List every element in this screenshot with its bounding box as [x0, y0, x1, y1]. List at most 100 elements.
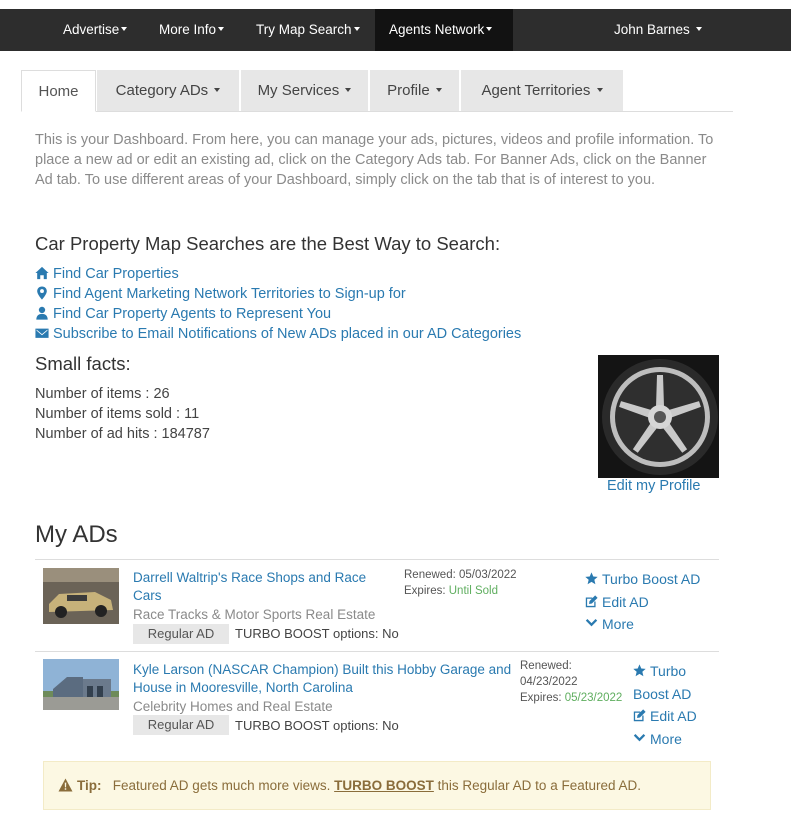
action-label: Edit AD: [650, 708, 697, 724]
envelope-icon: [35, 328, 49, 338]
tab-profile-label: Profile: [387, 82, 430, 99]
caret-down-icon: [353, 27, 360, 32]
turbo-boost-options: TURBO BOOST options: No: [235, 626, 399, 641]
divider: [35, 559, 719, 560]
tab-profile[interactable]: Profile: [370, 70, 459, 111]
nav-try-map-search-label: Try Map Search: [256, 22, 352, 37]
link-label: Find Car Properties: [53, 266, 179, 282]
tip-label: Tip:: [77, 778, 102, 793]
nav-more-info[interactable]: More Info: [159, 9, 225, 51]
ad-dates: Renewed: 04/23/2022 Expires: 05/23/2022: [520, 658, 622, 706]
ad-title-link[interactable]: Kyle Larson (NASCAR Champion) Built this…: [133, 661, 519, 697]
profile-image: [598, 355, 719, 478]
ad-thumbnail[interactable]: [43, 568, 119, 624]
tab-home-label: Home: [38, 83, 79, 100]
turbo-boost-ad-button[interactable]: Turbo Boost AD: [585, 568, 700, 591]
turbo-boost-ad-button[interactable]: Turbo: [633, 660, 686, 683]
tab-my-services-label: My Services: [257, 82, 340, 99]
divider: [35, 651, 719, 652]
star-icon: [585, 572, 598, 585]
caret-down-icon: [218, 27, 225, 32]
expires-value: Until Sold: [448, 585, 498, 597]
caret-down-icon: [695, 27, 702, 32]
edit-icon: [633, 709, 646, 722]
caret-down-icon: [435, 88, 442, 93]
fact-items: Number of items : 26: [35, 386, 170, 402]
fact-items-sold: Number of items sold : 11: [35, 406, 200, 422]
user-icon: [36, 306, 48, 320]
expires-value: 05/23/2022: [564, 692, 623, 704]
user-menu[interactable]: John Barnes: [614, 9, 702, 51]
link-label: Find Agent Marketing Network Territories…: [53, 286, 406, 302]
edit-ad-button[interactable]: Edit AD: [585, 591, 649, 614]
regular-ad-button[interactable]: Regular AD: [133, 624, 229, 644]
race-car-image: [43, 568, 119, 624]
tab-agent-territories-label: Agent Territories: [481, 82, 591, 99]
action-label: Edit AD: [602, 594, 649, 610]
nav-agents-network[interactable]: Agents Network: [375, 9, 513, 51]
top-navbar: Advertise More Info Try Map Search Agent…: [0, 9, 791, 51]
small-facts-heading: Small facts:: [35, 353, 131, 374]
action-label: Boost AD: [633, 686, 692, 702]
edit-icon: [585, 595, 598, 608]
link-label: Subscribe to Email Notifications of New …: [53, 326, 522, 342]
link-subscribe-email[interactable]: Subscribe to Email Notifications of New …: [35, 324, 521, 344]
warning-icon: [58, 778, 73, 792]
chevron-down-icon: [633, 734, 646, 742]
map-marker-icon: [37, 286, 47, 300]
tab-my-services[interactable]: My Services: [241, 70, 368, 111]
fact-ad-hits: Number of ad hits : 184787: [35, 426, 210, 442]
tip-text-after: this Regular AD to a Featured AD.: [437, 778, 641, 793]
nav-more-info-label: More Info: [159, 22, 217, 37]
ad-thumbnail[interactable]: [43, 659, 119, 715]
link-find-territories[interactable]: Find Agent Marketing Network Territories…: [35, 284, 521, 304]
small-facts: Number of items : 26 Number of items sol…: [35, 384, 210, 444]
caret-down-icon: [486, 27, 493, 32]
action-label: Turbo: [650, 663, 687, 679]
turbo-boost-ad-button-cont[interactable]: Boost AD: [633, 683, 691, 706]
regular-ad-button[interactable]: Regular AD: [133, 715, 229, 735]
expires-label: Expires:: [404, 585, 449, 597]
more-button[interactable]: More: [585, 613, 634, 636]
tab-agent-territories[interactable]: Agent Territories: [461, 70, 623, 111]
action-label: More: [602, 616, 634, 632]
dashboard-tabs: Home Category ADs My Services Profile Ag…: [21, 70, 733, 112]
action-label: More: [650, 731, 682, 747]
wheel-image: [598, 355, 719, 478]
link-find-car-properties[interactable]: Find Car Properties: [35, 264, 521, 284]
caret-down-icon: [214, 88, 221, 93]
turbo-boost-link[interactable]: TURBO BOOST: [334, 778, 434, 793]
garage-house-image: [43, 659, 119, 710]
ad-expires: Expires: 05/23/2022: [520, 690, 622, 706]
tab-category-ads-label: Category ADs: [115, 82, 209, 99]
nav-try-map-search[interactable]: Try Map Search: [256, 9, 360, 51]
ad-category: Celebrity Homes and Real Estate: [133, 699, 333, 714]
edit-ad-button[interactable]: Edit AD: [633, 705, 697, 728]
ad-dates: Renewed: 05/03/2022 Expires: Until Sold: [404, 567, 517, 599]
ad-renewed-label: Renewed:: [520, 660, 572, 672]
edit-profile-link[interactable]: Edit my Profile: [607, 478, 700, 494]
turbo-boost-options: TURBO BOOST options: No: [235, 718, 399, 733]
star-icon: [633, 664, 646, 677]
home-icon: [35, 266, 49, 280]
link-find-agents[interactable]: Find Car Property Agents to Represent Yo…: [35, 304, 521, 324]
more-button[interactable]: More: [633, 728, 682, 751]
ad-renewed: Renewed: 05/03/2022: [404, 569, 517, 581]
nav-advertise[interactable]: Advertise: [63, 9, 128, 51]
nav-advertise-label: Advertise: [63, 22, 120, 37]
caret-down-icon: [345, 88, 352, 93]
ad-title-link[interactable]: Darrell Waltrip's Race Shops and Race Ca…: [133, 569, 395, 605]
my-ads-heading: My ADs: [35, 521, 118, 548]
action-label: Turbo Boost AD: [602, 571, 701, 587]
user-name: John Barnes: [614, 22, 690, 37]
nav-agents-network-label: Agents Network: [389, 22, 485, 37]
tip-text: Featured AD gets much more views.: [112, 778, 331, 793]
link-label: Find Car Property Agents to Represent Yo…: [53, 306, 332, 322]
tab-category-ads[interactable]: Category ADs: [97, 70, 239, 111]
caret-down-icon: [121, 27, 128, 32]
dashboard-intro: This is your Dashboard. From here, you c…: [35, 132, 714, 188]
quick-links: Find Car Properties Find Agent Marketing…: [35, 264, 521, 344]
ad-expires: Expires: Until Sold: [404, 583, 517, 599]
expires-label: Expires:: [520, 692, 565, 704]
tab-home[interactable]: Home: [21, 70, 96, 112]
